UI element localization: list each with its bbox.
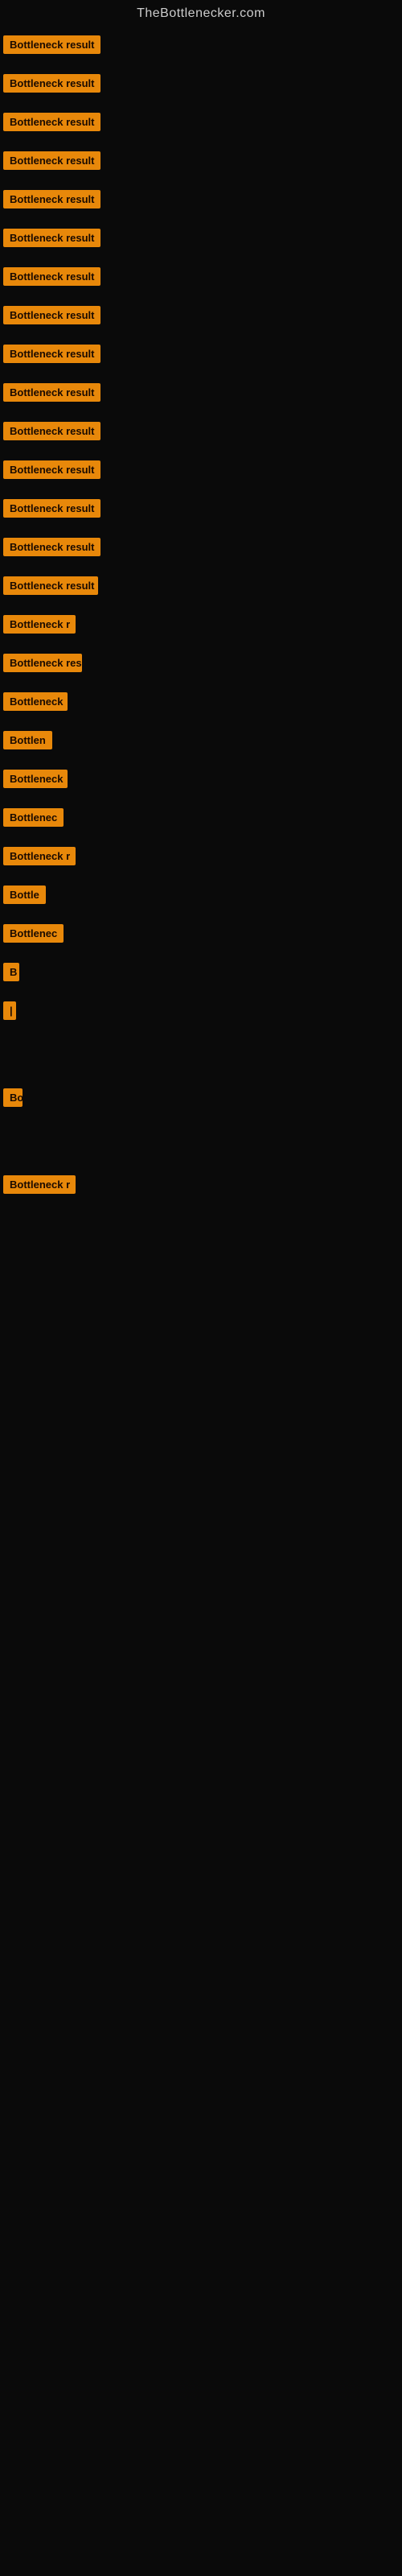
- list-item: [0, 1067, 402, 1084]
- bottleneck-result-label[interactable]: Bottleneck r: [3, 1175, 76, 1194]
- list-item: [0, 1154, 402, 1170]
- list-item: [0, 1241, 402, 1257]
- bottleneck-result-label[interactable]: Bottleneck result: [3, 74, 100, 93]
- site-title: TheBottlenecker.com: [0, 0, 402, 31]
- bottleneck-result-label[interactable]: Bottleneck result: [3, 499, 100, 518]
- bottleneck-result-label[interactable]: Bottleneck result: [3, 460, 100, 479]
- bottleneck-result-label[interactable]: Bottleneck result: [3, 306, 100, 324]
- list-item: Bottleneck result: [0, 456, 402, 494]
- list-item: Bottleneck result: [0, 533, 402, 572]
- list-item: [0, 1209, 402, 1225]
- bottleneck-result-label[interactable]: |: [3, 1001, 16, 1020]
- bottleneck-result-label[interactable]: Bottleneck result: [3, 422, 100, 440]
- bottleneck-result-label[interactable]: Bottleneck result: [3, 190, 100, 208]
- list-item: B: [0, 958, 402, 997]
- list-item: Bottlen: [0, 726, 402, 765]
- list-item: [0, 1122, 402, 1138]
- bottleneck-result-label[interactable]: Bottleneck r: [3, 615, 76, 634]
- list-item: Bottleneck res: [0, 649, 402, 687]
- list-item: Bottleneck r: [0, 610, 402, 649]
- list-item: Bottleneck: [0, 765, 402, 803]
- list-item: Bottleneck result: [0, 572, 402, 610]
- list-item: Bottleneck result: [0, 69, 402, 108]
- list-item: Bottleneck result: [0, 340, 402, 378]
- list-item: Bottleneck result: [0, 108, 402, 147]
- list-item: [0, 1051, 402, 1067]
- bottleneck-result-label[interactable]: Bottlenec: [3, 808, 64, 827]
- list-item: [0, 1225, 402, 1241]
- list-item: Bottleneck result: [0, 185, 402, 224]
- list-item: Bottleneck result: [0, 147, 402, 185]
- list-item: [0, 1035, 402, 1051]
- bottleneck-result-label[interactable]: Bottleneck res: [3, 654, 82, 672]
- list-item: Bottleneck result: [0, 494, 402, 533]
- list-item: Bottleneck result: [0, 224, 402, 262]
- bottleneck-result-label[interactable]: Bottle: [3, 886, 46, 904]
- bottleneck-result-label[interactable]: Bottlen: [3, 731, 52, 749]
- list-item: |: [0, 997, 402, 1035]
- bottleneck-result-label[interactable]: Bottleneck result: [3, 229, 100, 247]
- bottleneck-result-label[interactable]: Bottleneck result: [3, 267, 100, 286]
- list-item: Bo: [0, 1084, 402, 1122]
- list-item: Bottleneck r: [0, 842, 402, 881]
- bottleneck-result-label[interactable]: Bottleneck r: [3, 847, 76, 865]
- bottleneck-result-label[interactable]: Bottleneck result: [3, 538, 100, 556]
- bottleneck-result-label[interactable]: Bo: [3, 1088, 23, 1107]
- bottleneck-result-label[interactable]: Bottleneck result: [3, 383, 100, 402]
- list-item: Bottleneck result: [0, 262, 402, 301]
- list-item: Bottleneck: [0, 687, 402, 726]
- bottleneck-result-label[interactable]: Bottlenec: [3, 924, 64, 943]
- bottleneck-result-label[interactable]: Bottleneck result: [3, 151, 100, 170]
- bottleneck-result-label[interactable]: Bottleneck: [3, 770, 68, 788]
- list-item: Bottlenec: [0, 803, 402, 842]
- bottleneck-result-label[interactable]: Bottleneck result: [3, 35, 100, 54]
- list-item: Bottleneck result: [0, 301, 402, 340]
- list-item: Bottleneck result: [0, 417, 402, 456]
- list-item: Bottlenec: [0, 919, 402, 958]
- list-item: Bottleneck r: [0, 1170, 402, 1209]
- bottleneck-result-label[interactable]: B: [3, 963, 19, 981]
- bottleneck-result-label[interactable]: Bottleneck: [3, 692, 68, 711]
- list-item: Bottle: [0, 881, 402, 919]
- list-item: Bottleneck result: [0, 378, 402, 417]
- list-item: Bottleneck result: [0, 31, 402, 69]
- bottleneck-result-label[interactable]: Bottleneck result: [3, 576, 98, 595]
- bottleneck-result-label[interactable]: Bottleneck result: [3, 113, 100, 131]
- bottleneck-result-label[interactable]: Bottleneck result: [3, 345, 100, 363]
- list-item: [0, 1138, 402, 1154]
